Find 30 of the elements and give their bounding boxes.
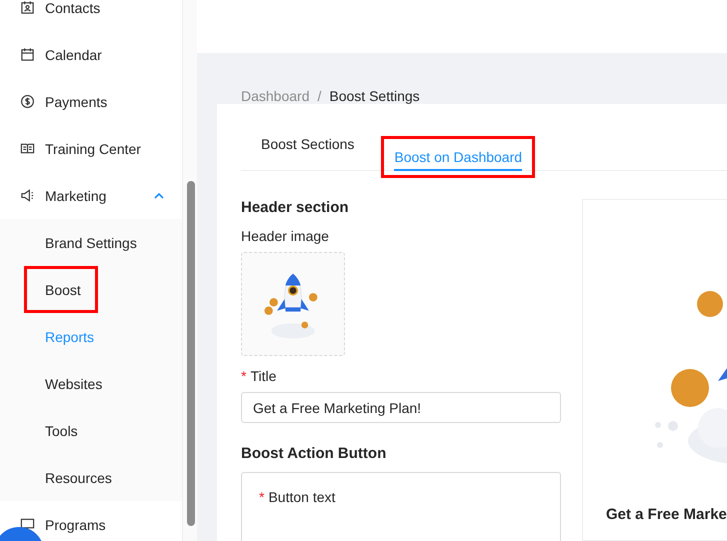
dollar-coin-icon [20,94,35,109]
sidebar-item[interactable]: Calendar [0,31,182,78]
contact-card-icon [20,0,35,15]
sidebar-item[interactable]: Marketing [0,172,182,219]
field-label: Button text [268,489,336,505]
breadcrumb-separator: / [318,88,322,104]
sidebar-item[interactable]: Contacts [0,0,182,31]
section-heading: Boost Action Button [241,445,388,462]
sidebar-item[interactable]: Training Center [0,125,182,172]
breadcrumb-item: Boost Settings [329,88,420,104]
book-icon [20,141,35,156]
sidebar-subitem[interactable]: Resources [0,454,182,501]
scrollbar-thumb[interactable] [187,181,195,526]
tab[interactable]: Boost Sections [241,136,374,170]
scrollbar[interactable] [182,0,197,541]
title-input[interactable]: Get a Free Marketing Plan! [241,392,561,423]
image-upload[interactable] [241,252,345,356]
sidebar-item[interactable]: Payments [0,78,182,125]
calendar-icon [20,47,35,62]
sidebar-subitem[interactable]: Brand Settings [0,219,182,266]
section-heading: Header section [241,199,350,216]
preview-title: Get a Free Marke [606,506,727,523]
field-label: Title [250,368,276,384]
required-mark: * [259,489,264,505]
required-mark: * [241,368,246,384]
sidebar-subitem[interactable]: Websites [0,360,182,407]
field-label: Header image [241,228,330,244]
sidebar-subitem[interactable]: Boost [24,266,98,313]
megaphone-icon [20,188,35,203]
sidebar-subitem[interactable]: Tools [0,407,182,454]
